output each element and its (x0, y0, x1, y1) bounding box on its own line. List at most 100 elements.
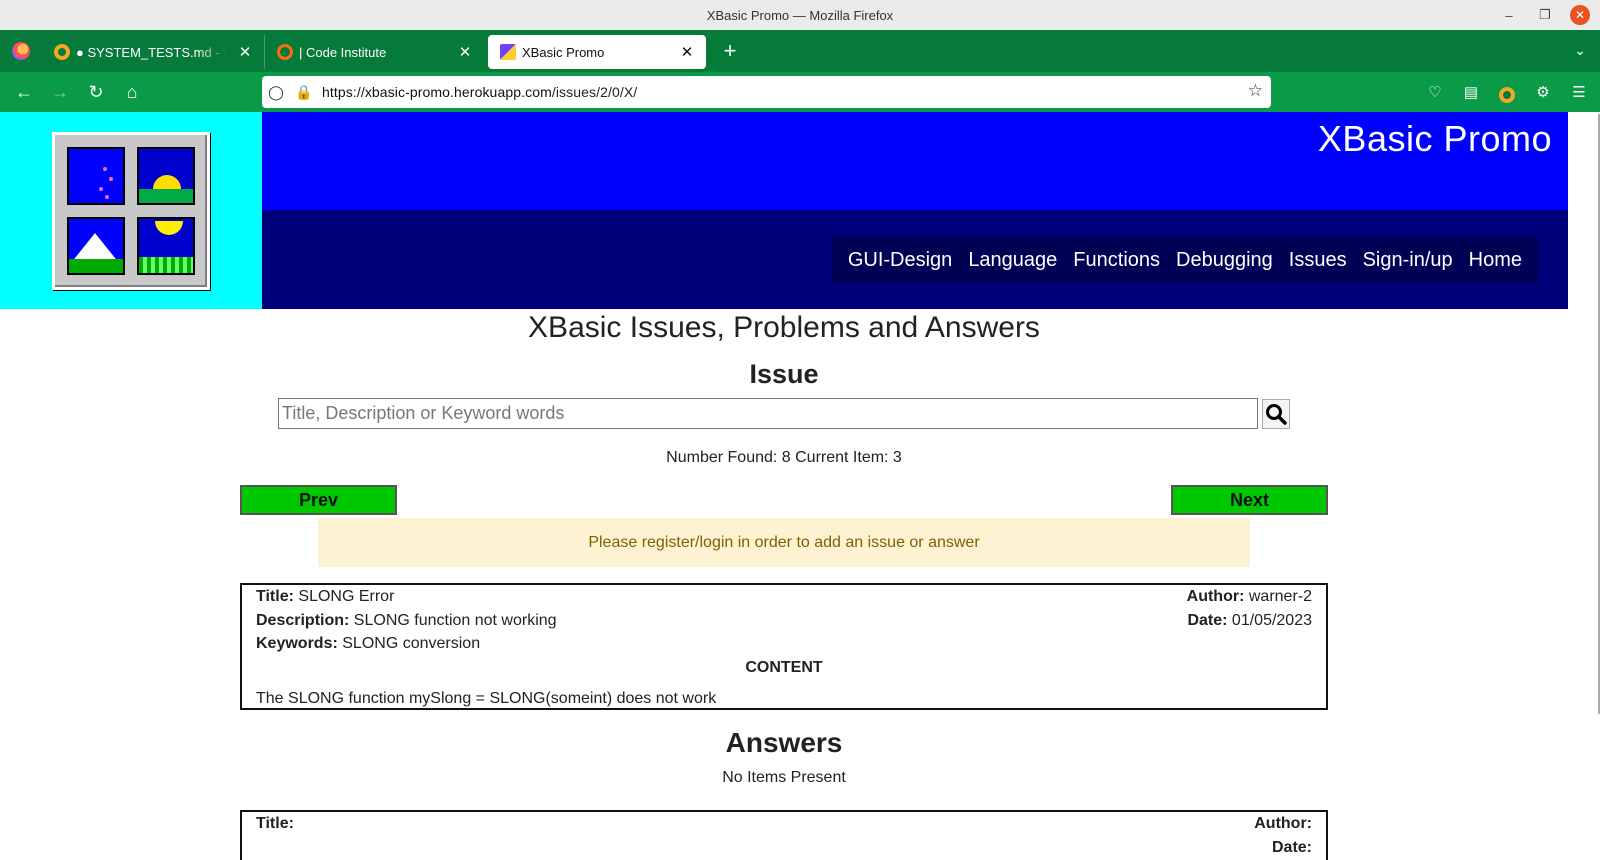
page-title: XBasic Issues, Problems and Answers (528, 311, 1040, 344)
lock-icon[interactable]: 🔒 (290, 84, 318, 101)
issue-date-row: Date: 01/05/2023 (1187, 612, 1312, 630)
issue-date: 01/05/2023 (1231, 612, 1312, 629)
issue-description-row: Description: SLONG function not working (256, 612, 557, 630)
extension-gitpod-icon[interactable] (1496, 78, 1518, 106)
issue-title: SLONG Error (298, 588, 395, 605)
login-notice: Please register/login in order to add an… (318, 518, 1250, 567)
gitpod-icon (54, 44, 70, 60)
main-content: XBasic Issues, Problems and Answers Issu… (0, 311, 1568, 860)
issue-description-label: Description: (256, 612, 350, 629)
nav-language[interactable]: Language (960, 249, 1065, 272)
nav-functions[interactable]: Functions (1065, 249, 1168, 272)
issue-title-row: Title: SLONG Error (256, 588, 394, 606)
issue-title-label: Title: (256, 588, 294, 605)
url-bar[interactable]: ◯ 🔒 https://xbasic-promo.herokuapp.com/i… (262, 76, 1271, 108)
next-button[interactable]: Next (1171, 485, 1328, 515)
issue-keywords-label: Keywords: (256, 635, 338, 652)
answer-date-row: Date: (1272, 839, 1312, 857)
nav-debugging[interactable]: Debugging (1168, 249, 1281, 272)
list-all-tabs-icon[interactable]: ⌄ (1574, 42, 1586, 59)
tab-label: ● SYSTEM_TESTS.md - xbasic-promo (76, 44, 228, 60)
xbasic-icon (500, 44, 516, 60)
answer-title-label: Title: (256, 815, 294, 832)
page-scrollbar[interactable] (1568, 112, 1600, 860)
issue-author-label: Author: (1186, 588, 1245, 605)
nav-home[interactable]: Home (1461, 249, 1530, 272)
section-title-issue: Issue (749, 359, 819, 389)
home-icon[interactable]: ⌂ (114, 74, 150, 110)
answer-author-row: Author: (1254, 815, 1312, 833)
answer-date-label: Date: (1271, 839, 1312, 856)
header-bottom: GUI-Design Language Functions Debugging … (262, 210, 1568, 309)
xbasic-logo[interactable] (52, 131, 210, 290)
logo-pane (67, 216, 125, 275)
answer-card: Title: Author: Date: (240, 810, 1328, 860)
close-window-icon[interactable]: ✕ (1570, 5, 1590, 25)
search-icon (1266, 403, 1287, 425)
reload-icon[interactable]: ↻ (78, 74, 114, 110)
window-controls: – ❐ ✕ (1498, 4, 1590, 26)
bookmark-star-icon[interactable]: ☆ (1248, 81, 1263, 101)
close-tab-icon[interactable]: ✕ (678, 43, 696, 61)
issue-author: warner-2 (1248, 588, 1312, 605)
issue-card: Title: SLONG Error Description: SLONG fu… (240, 583, 1328, 710)
logo-pane (137, 216, 195, 275)
maximize-icon[interactable]: ❐ (1534, 4, 1556, 26)
site-header: XBasic Promo GUI-Design Language Functio… (0, 112, 1568, 309)
logo-pane (67, 146, 125, 205)
search-button[interactable] (1262, 398, 1290, 429)
tab-strip: ● SYSTEM_TESTS.md - xbasic-promo ✕ | Cod… (0, 30, 1600, 72)
tab-code-institute[interactable]: | Code Institute ✕ (264, 35, 484, 69)
issue-keywords-row: Keywords: SLONG conversion (256, 635, 480, 653)
page-viewport: XBasic Promo GUI-Design Language Functio… (0, 112, 1568, 860)
issue-description: SLONG function not working (353, 612, 557, 629)
tab-xbasic-promo[interactable]: XBasic Promo ✕ (488, 35, 706, 69)
logo-area (0, 112, 262, 309)
results-count: Number Found: 8 Current Item: 3 (666, 449, 902, 466)
prev-button[interactable]: Prev (240, 485, 397, 515)
answer-title-row: Title: (256, 815, 294, 833)
new-tab-button[interactable]: + (712, 38, 748, 64)
issue-content: The SLONG function mySlong = SLONG(somei… (256, 690, 717, 707)
extensions-icon[interactable]: ⚙ (1532, 78, 1554, 106)
forward-arrow-icon[interactable]: → (42, 74, 78, 110)
main-nav: GUI-Design Language Functions Debugging … (831, 237, 1538, 283)
nav-issues[interactable]: Issues (1281, 249, 1355, 272)
logo-pane (137, 146, 195, 205)
search-input[interactable] (278, 398, 1258, 429)
nav-gui-design[interactable]: GUI-Design (840, 249, 960, 272)
window-title: XBasic Promo — Mozilla Firefox (706, 7, 894, 23)
hamburger-menu-icon[interactable]: ☰ (1568, 78, 1590, 106)
issue-keywords: SLONG conversion (342, 635, 481, 652)
navigation-toolbar: ← → ↻ ⌂ ◯ 🔒 https://xbasic-promo.herokua… (0, 72, 1600, 112)
header-top: XBasic Promo (262, 112, 1568, 210)
tab-label: XBasic Promo (522, 44, 605, 60)
issue-date-label: Date: (1187, 612, 1228, 629)
firefox-icon (12, 42, 30, 60)
window-titlebar: XBasic Promo — Mozilla Firefox – ❐ ✕ (0, 0, 1600, 30)
issue-content-label: CONTENT (745, 659, 823, 676)
issue-author-row: Author: warner-2 (1187, 588, 1312, 606)
search-form (278, 398, 1290, 429)
pocket-icon[interactable]: ♡ (1424, 78, 1446, 106)
close-tab-icon[interactable]: ✕ (456, 43, 474, 61)
answers-empty-text: No Items Present (722, 769, 846, 786)
shield-icon[interactable]: ◯ (262, 84, 290, 101)
minimize-icon[interactable]: – (1498, 4, 1520, 26)
header-banner: XBasic Promo GUI-Design Language Functio… (262, 112, 1568, 309)
answer-author-label: Author: (1254, 815, 1312, 832)
tab-label: | Code Institute (299, 44, 387, 60)
site-title: XBasic Promo (1317, 118, 1552, 159)
answers-heading: Answers (725, 727, 843, 758)
reader-view-icon[interactable]: ▤ (1460, 78, 1482, 106)
toolbar-right: ♡ ▤ ⚙ ☰ (1424, 78, 1590, 106)
firefox-menu-button[interactable] (0, 30, 42, 72)
url-host: https://xbasic-promo.herokuapp.com (322, 84, 552, 100)
url-path: /issues/2/0/X/ (551, 84, 638, 100)
code-institute-icon (277, 44, 293, 60)
tab-system-tests[interactable]: ● SYSTEM_TESTS.md - xbasic-promo ✕ (42, 35, 264, 69)
close-tab-icon[interactable]: ✕ (236, 43, 254, 61)
back-arrow-icon[interactable]: ← (6, 74, 42, 110)
nav-sign-in-up[interactable]: Sign-in/up (1355, 249, 1461, 272)
url-text[interactable]: https://xbasic-promo.herokuapp.com/issue… (322, 84, 637, 100)
